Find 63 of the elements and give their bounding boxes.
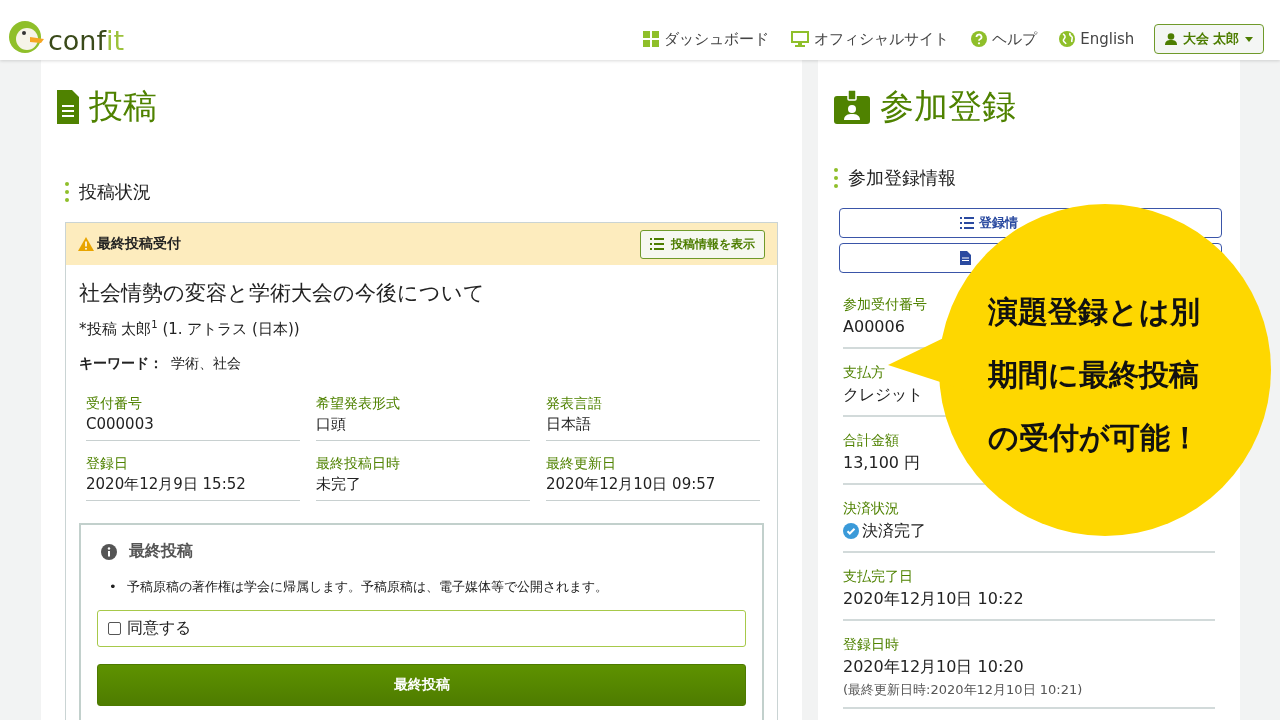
dotted-marker xyxy=(834,168,838,188)
warning-icon xyxy=(78,237,94,251)
section-heading: 参加登録情報 xyxy=(848,166,956,190)
nav-link[interactable]: ダッシュボード xyxy=(643,29,770,49)
field-label: 支払方 xyxy=(843,363,885,382)
field-value: 2020年12月10日 10:22 xyxy=(843,588,1024,610)
show-info-button[interactable]: 投稿情報を表示 xyxy=(640,229,765,259)
field-label: 受付番号 xyxy=(86,394,143,413)
document-icon xyxy=(57,90,79,124)
field-value: C000003 xyxy=(86,414,155,435)
field-label: 発表言語 xyxy=(546,394,603,413)
keyword-value: 学術、社会 xyxy=(171,355,241,373)
document-icon xyxy=(960,251,971,265)
field-value: 2020年12月9日 15:52 xyxy=(86,474,247,495)
logo-text: confit xyxy=(48,27,125,54)
field-value: 口頭 xyxy=(316,414,347,435)
field-label: 決済状況 xyxy=(843,499,899,518)
field-value: 日本語 xyxy=(546,414,592,435)
field-label: 支払完了日 xyxy=(843,567,913,586)
monitor-icon xyxy=(791,31,810,47)
user-menu-button[interactable]: 大会 太郎 xyxy=(1154,24,1264,54)
paper-title: 社会情勢の変容と学術大会の今後について xyxy=(79,280,486,307)
list-icon xyxy=(960,217,974,229)
note-text: 予稿原稿の著作権は学会に帰属します。予稿原稿は、電子媒体等で公開されます。 xyxy=(126,578,608,596)
field-value: 決済完了 xyxy=(862,520,926,542)
bullet-marker: • xyxy=(109,578,117,596)
field-label: 希望発表形式 xyxy=(316,394,401,413)
field-label: 最終投稿日時 xyxy=(316,454,401,473)
field-value: 未完了 xyxy=(316,474,362,495)
callout-text: 演題登録とは別 期間に最終投稿 の受付が可能！ xyxy=(988,293,1200,457)
field-value: 13,100 円 xyxy=(843,452,921,474)
info-icon xyxy=(101,543,117,560)
dotted-marker xyxy=(65,182,69,202)
field-label: 最終更新日 xyxy=(546,454,617,473)
check-circle-icon xyxy=(843,523,859,539)
nav-link[interactable]: English xyxy=(1059,30,1135,48)
page-title: 参加登録 xyxy=(880,85,1016,128)
field-value: A00006 xyxy=(843,316,905,338)
field-label: 登録日時 xyxy=(843,635,899,654)
page-title: 投稿 xyxy=(89,85,157,128)
keyword-label: キーワード： xyxy=(79,355,163,373)
caret-icon xyxy=(1245,36,1253,42)
field-value: 2020年12月10日 10:20 xyxy=(843,656,1024,678)
field-value: クレジット xyxy=(843,384,923,406)
agree-checkbox[interactable]: 同意する xyxy=(97,610,746,647)
submit-button[interactable]: 最終投稿 xyxy=(97,664,746,706)
field-label: 合計金額 xyxy=(843,431,899,450)
globe-icon xyxy=(1059,31,1076,47)
nav-link[interactable]: ヘルプ xyxy=(971,29,1038,49)
field-value: 2020年12月10日 09:57 xyxy=(546,474,717,495)
box-title: 最終投稿 xyxy=(129,541,193,562)
field-label: 参加受付番号 xyxy=(843,295,927,314)
author-line: *投稿 太郎$^{1}$ (1. アトラス (日本)) xyxy=(79,319,301,339)
user-icon xyxy=(1165,33,1178,45)
list-icon xyxy=(650,238,664,250)
help-icon xyxy=(971,31,988,47)
field-label: 登録日 xyxy=(86,454,129,473)
badge-icon xyxy=(834,90,870,124)
section-heading: 投稿状況 xyxy=(79,180,151,204)
grid-icon xyxy=(643,31,660,47)
nav-link[interactable]: オフィシャルサイト xyxy=(791,29,950,49)
field-note: (最終更新日時:2020年12月10日 10:21) xyxy=(843,681,1083,699)
status-label: 最終投稿受付 xyxy=(97,235,181,253)
